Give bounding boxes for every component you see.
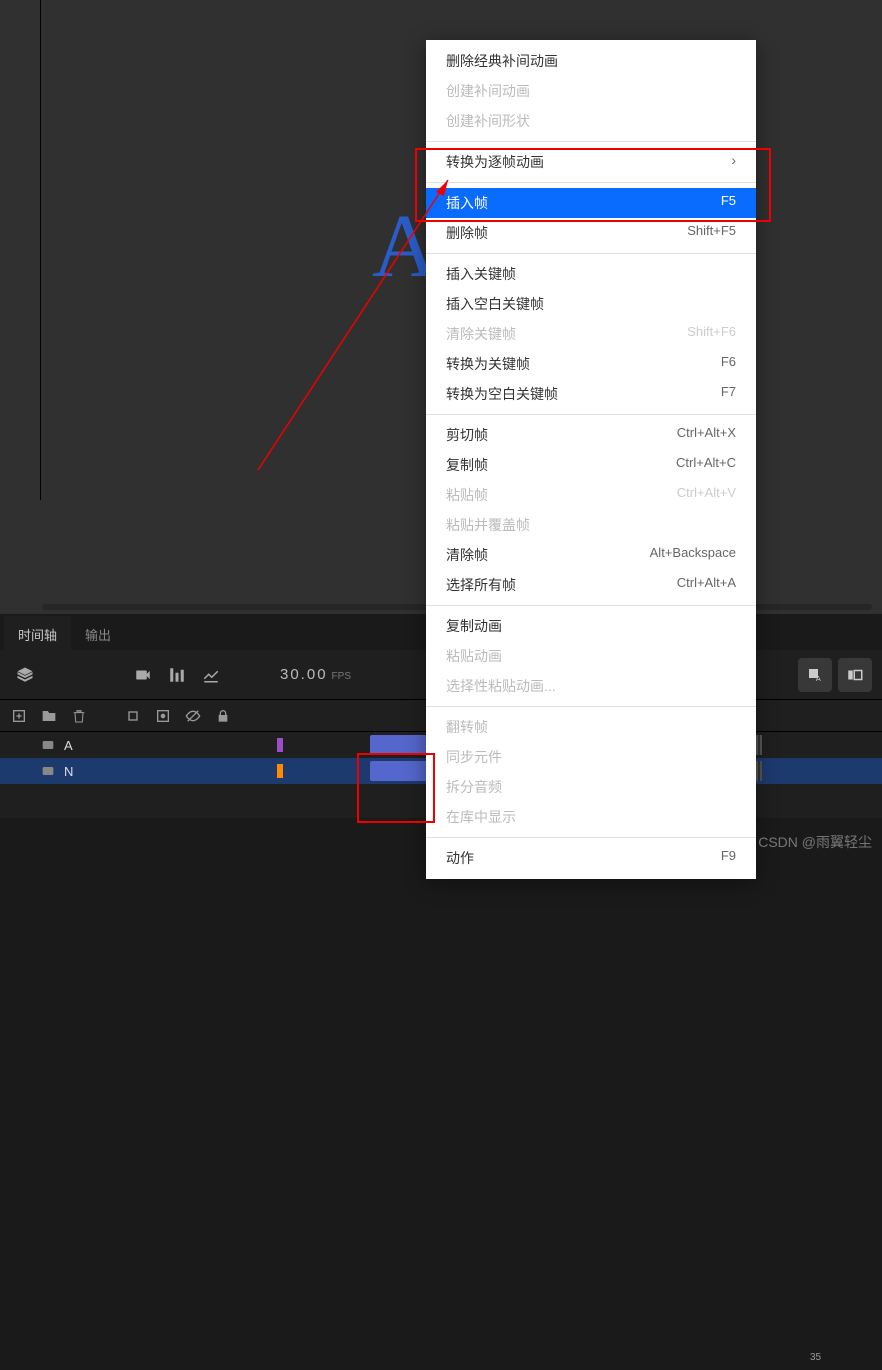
menu-actions[interactable]: 动作F9 — [426, 843, 756, 873]
menu-reverse-frames: 翻转帧 — [426, 712, 756, 742]
graph-icon[interactable] — [196, 660, 226, 690]
submenu-arrow-icon: › — [731, 152, 736, 172]
menu-copy-motion[interactable]: 复制动画 — [426, 611, 756, 641]
menu-convert-keyframe[interactable]: 转换为关键帧F6 — [426, 349, 756, 379]
visibility-icon[interactable] — [180, 703, 206, 729]
fps-unit: FPS — [332, 671, 351, 682]
layer-icon — [40, 737, 56, 753]
trash-icon[interactable] — [66, 703, 92, 729]
menu-paste-motion: 粘贴动画 — [426, 641, 756, 671]
layer-icon — [40, 763, 56, 779]
menu-clear-frames[interactable]: 清除帧Alt+Backspace — [426, 540, 756, 570]
menu-create-shape-tween: 创建补间形状 — [426, 106, 756, 136]
layers-icon[interactable] — [10, 660, 40, 690]
layer-name: A — [64, 738, 73, 753]
layer-marker — [277, 738, 283, 752]
svg-text:A: A — [816, 674, 821, 683]
menu-paste-motion-special: 选择性粘贴动画... — [426, 671, 756, 701]
tab-timeline[interactable]: 时间轴 — [4, 616, 71, 650]
menu-paste-frames: 粘贴帧Ctrl+Alt+V — [426, 480, 756, 510]
menu-paste-overwrite: 粘贴并覆盖帧 — [426, 510, 756, 540]
lock-icon[interactable] — [210, 703, 236, 729]
menu-insert-frame[interactable]: 插入帧F5 — [426, 188, 756, 218]
context-menu: 删除经典补间动画 创建补间动画 创建补间形状 转换为逐帧动画› 插入帧F5 删除… — [426, 40, 756, 879]
menu-copy-frames[interactable]: 复制帧Ctrl+Alt+C — [426, 450, 756, 480]
outline-icon[interactable] — [150, 703, 176, 729]
tab-output[interactable]: 输出 — [71, 616, 125, 650]
chart-icon[interactable] — [162, 660, 192, 690]
menu-cut-frames[interactable]: 剪切帧Ctrl+Alt+X — [426, 420, 756, 450]
menu-split-audio: 拆分音频 — [426, 772, 756, 802]
fps-display[interactable]: 30.00 FPS — [280, 666, 351, 683]
layer-marker — [277, 764, 283, 778]
highlight-icon[interactable] — [120, 703, 146, 729]
menu-insert-keyframe[interactable]: 插入关键帧 — [426, 259, 756, 289]
fps-value: 30.00 — [280, 666, 328, 683]
frame-tool-button[interactable] — [838, 658, 872, 692]
folder-icon[interactable] — [36, 703, 62, 729]
menu-convert-frame-by-frame[interactable]: 转换为逐帧动画› — [426, 147, 756, 177]
menu-delete-classic-tween[interactable]: 删除经典补间动画 — [426, 46, 756, 76]
new-layer-icon[interactable] — [6, 703, 32, 729]
menu-delete-frame[interactable]: 删除帧Shift+F5 — [426, 218, 756, 248]
camera-icon[interactable] — [128, 660, 158, 690]
menu-sync-symbols: 同步元件 — [426, 742, 756, 772]
ruler-tick-35: 35 — [810, 1352, 821, 1363]
frame-ruler[interactable]: 35 — [270, 1348, 882, 1370]
menu-show-in-library: 在库中显示 — [426, 802, 756, 832]
menu-select-all-frames[interactable]: 选择所有帧Ctrl+Alt+A — [426, 570, 756, 600]
keyframe-tool-button[interactable]: A — [798, 658, 832, 692]
menu-convert-blank-keyframe[interactable]: 转换为空白关键帧F7 — [426, 379, 756, 409]
layer-name: N — [64, 764, 73, 779]
watermark: CSDN @雨翼轻尘 — [758, 832, 872, 852]
menu-clear-keyframe: 清除关键帧Shift+F6 — [426, 319, 756, 349]
menu-insert-blank-keyframe[interactable]: 插入空白关键帧 — [426, 289, 756, 319]
menu-create-tween: 创建补间动画 — [426, 76, 756, 106]
